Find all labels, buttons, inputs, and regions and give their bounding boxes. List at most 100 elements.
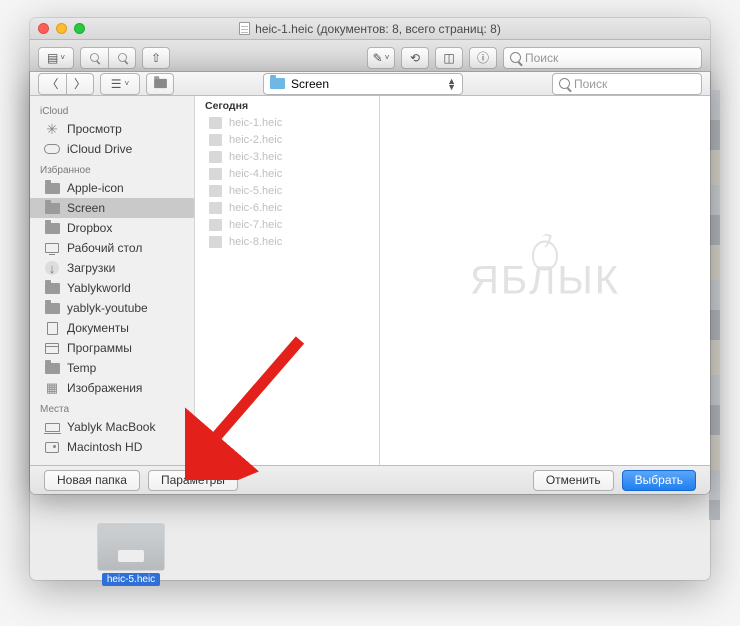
file-column: Сегодня heic-1.heic heic-2.heic heic-3.hei… (195, 96, 380, 465)
inspector-button[interactable]: ⓘ (469, 47, 497, 69)
sidebar-item-label: Screen (67, 201, 105, 215)
folder-icon (44, 281, 60, 295)
file-item[interactable]: heic-6.heic (195, 199, 379, 216)
sidebar-item-просмотр[interactable]: Просмотр (30, 119, 194, 139)
file-icon (209, 134, 222, 146)
file-name: heic-8.heic (229, 236, 282, 248)
background-strip (709, 90, 720, 520)
file-icon (209, 236, 222, 248)
sidebar-item-label: Apple-icon (67, 181, 124, 195)
file-name: heic-7.heic (229, 219, 282, 231)
sidebar-section-header: Места (30, 398, 194, 417)
sidebar-item-label: Изображения (67, 381, 142, 395)
thumbnail-strip-item[interactable]: heic-5.heic (98, 524, 164, 586)
folder-icon (44, 181, 60, 195)
sidebar-item-apple-icon[interactable]: Apple-icon (30, 178, 194, 198)
sidebar-item-label: Просмотр (67, 122, 122, 136)
file-name: heic-6.heic (229, 202, 282, 214)
down-icon (44, 261, 60, 275)
sidebar-toggle-button[interactable]: ▤ ˅ (38, 47, 74, 69)
sidebar-item-yablykworld[interactable]: Yablykworld (30, 278, 194, 298)
sidebar-item-label: Yablyk MacBook (67, 420, 155, 434)
zoom-in-button[interactable] (108, 47, 136, 69)
sidebar-item-label: Загрузки (67, 261, 115, 275)
watermark: ЯБЛЫК (470, 258, 620, 303)
file-item[interactable]: heic-8.heic (195, 233, 379, 250)
choose-button[interactable]: Выбрать (622, 470, 696, 491)
file-item[interactable]: heic-5.heic (195, 182, 379, 199)
sidebar: iCloudПросмотрiCloud DriveИзбранноеApple… (30, 96, 195, 465)
forward-button[interactable]: 〉 (66, 73, 94, 95)
folder-icon (44, 201, 60, 215)
sheet-search-field[interactable]: Поиск (552, 73, 702, 95)
file-icon (209, 168, 222, 180)
folder-icon (44, 301, 60, 315)
sidebar-item-изображения[interactable]: Изображения (30, 378, 194, 398)
folder-icon (270, 78, 285, 89)
sidebar-item-программы[interactable]: Программы (30, 338, 194, 358)
doc-icon (44, 321, 60, 335)
zoom-out-button[interactable] (80, 47, 108, 69)
back-button[interactable]: 〈 (38, 73, 66, 95)
sidebar-item-icloud-drive[interactable]: iCloud Drive (30, 139, 194, 159)
file-icon (209, 202, 222, 214)
file-icon (209, 117, 222, 129)
sidebar-section-header: Избранное (30, 159, 194, 178)
file-name: heic-5.heic (229, 185, 282, 197)
cancel-button[interactable]: Отменить (533, 470, 614, 491)
options-button[interactable]: Параметры (148, 470, 238, 491)
cloud-icon (44, 142, 60, 156)
sidebar-item-label: Рабочий стол (67, 241, 142, 255)
window-toolbar: ▤ ˅ ⇧ ✎ ˅ ⟲ ◫ ⓘ Поиск (30, 40, 710, 76)
file-icon (209, 219, 222, 231)
sidebar-item-label: Документы (67, 321, 129, 335)
thumbnail-image (98, 524, 164, 570)
rotate-button[interactable]: ⟲ (401, 47, 429, 69)
file-item[interactable]: heic-1.heic (195, 114, 379, 131)
file-name: heic-3.heic (229, 151, 282, 163)
crop-button[interactable]: ◫ (435, 47, 463, 69)
chevron-updown-icon: ▲▼ (447, 78, 456, 90)
file-item[interactable]: heic-4.heic (195, 165, 379, 182)
sidebar-item-dropbox[interactable]: Dropbox (30, 218, 194, 238)
sidebar-item-temp[interactable]: Temp (30, 358, 194, 378)
star-icon (44, 122, 60, 136)
share-button[interactable]: ⇧ (142, 47, 170, 69)
wind-icon (44, 341, 60, 355)
window-search-field[interactable]: Поиск (503, 47, 702, 69)
file-item[interactable]: heic-7.heic (195, 216, 379, 233)
sidebar-item-label: Yablykworld (67, 281, 131, 295)
disk-icon (44, 440, 60, 454)
window-title: heic-1.heic (документов: 8, всего страни… (30, 22, 710, 36)
folder-icon (44, 221, 60, 235)
path-dropdown[interactable]: Screen ▲▼ (263, 73, 463, 95)
file-item[interactable]: heic-2.heic (195, 131, 379, 148)
sheet-footer: Новая папка Параметры Отменить Выбрать (30, 465, 710, 494)
markup-button[interactable]: ✎ ˅ (367, 47, 395, 69)
sidebar-item-yablyk-macbook[interactable]: Yablyk MacBook (30, 417, 194, 437)
sidebar-item-macintosh-hd[interactable]: Macintosh HD (30, 437, 194, 457)
file-name: heic-1.heic (229, 117, 282, 129)
sidebar-item-yablyk-youtube[interactable]: yablyk-youtube (30, 298, 194, 318)
titlebar: heic-1.heic (документов: 8, всего страни… (30, 18, 710, 40)
sidebar-item-загрузки[interactable]: Загрузки (30, 258, 194, 278)
search-icon (559, 78, 570, 89)
open-file-sheet: 〈 〉 ☰ ˅ Screen ▲▼ Поиск iCloudПросмотрiC… (30, 72, 710, 494)
file-section-header: Сегодня (195, 96, 379, 114)
sidebar-item-label: iCloud Drive (67, 142, 132, 156)
document-icon (239, 22, 250, 35)
preview-pane: ЯБЛЫК (380, 96, 710, 465)
lap-icon (44, 420, 60, 434)
sidebar-item-screen[interactable]: Screen (30, 198, 194, 218)
view-mode-button[interactable]: ☰ ˅ (100, 73, 140, 95)
sidebar-item-документы[interactable]: Документы (30, 318, 194, 338)
folder-icon (44, 361, 60, 375)
file-name: heic-4.heic (229, 168, 282, 180)
sidebar-item-рабочий-стол[interactable]: Рабочий стол (30, 238, 194, 258)
file-item[interactable]: heic-3.heic (195, 148, 379, 165)
group-button[interactable] (146, 73, 174, 95)
desk-icon (44, 241, 60, 255)
search-icon (510, 52, 521, 63)
sidebar-item-label: Temp (67, 361, 96, 375)
new-folder-button[interactable]: Новая папка (44, 470, 140, 491)
